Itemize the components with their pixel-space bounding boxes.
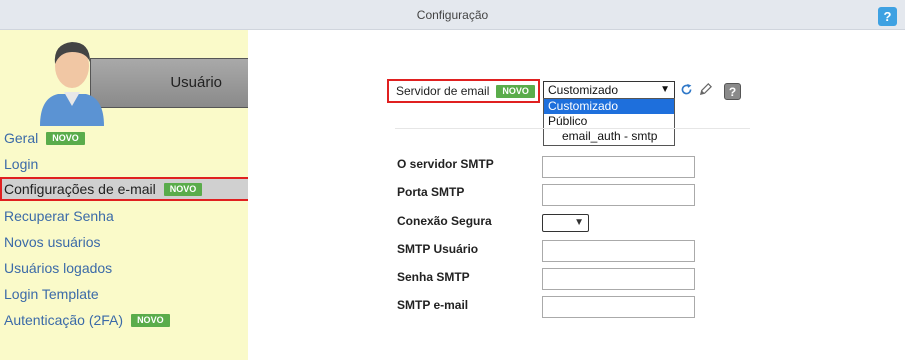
- email-server-dropdown: Customizado Público email_auth - smtp: [543, 98, 675, 146]
- sidebar-item-label: Geral: [4, 130, 39, 146]
- smtp-server-label: O servidor SMTP: [397, 157, 494, 171]
- sidebar-item-new-users[interactable]: Novos usuários: [4, 234, 101, 250]
- secure-connection-label: Conexão Segura: [397, 214, 492, 228]
- sidebar: Usuário Geral NOVO Login Configurações d…: [0, 30, 268, 360]
- smtp-user-label: SMTP Usuário: [397, 242, 479, 256]
- dropdown-option-email-auth-smtp[interactable]: email_auth - smtp: [544, 129, 674, 144]
- sidebar-item-login-template[interactable]: Login Template: [4, 286, 99, 302]
- smtp-user-input[interactable]: [542, 240, 695, 262]
- sidebar-item-label: Login Template: [4, 286, 99, 302]
- sidebar-item-label: Configurações de e-mail: [4, 181, 156, 197]
- smtp-port-label: Porta SMTP: [397, 185, 465, 199]
- sidebar-item-label: Usuários logados: [4, 260, 113, 276]
- email-server-selected-value: Customizado: [548, 83, 619, 97]
- user-avatar-icon: [40, 42, 104, 126]
- refresh-icon[interactable]: [680, 83, 693, 96]
- secure-connection-select[interactable]: ▼: [542, 214, 589, 232]
- smtp-password-label: Senha SMTP: [397, 270, 470, 284]
- email-server-select[interactable]: Customizado ▼: [543, 81, 675, 99]
- smtp-server-input[interactable]: [542, 156, 695, 178]
- new-badge: NOVO: [163, 182, 203, 196]
- user-label: Usuário: [90, 58, 268, 108]
- new-badge: NOVO: [496, 84, 535, 98]
- sidebar-item-label: Novos usuários: [4, 234, 101, 250]
- sidebar-item-recover-password[interactable]: Recuperar Senha: [4, 208, 114, 224]
- divider: [395, 128, 750, 129]
- sidebar-item-2fa[interactable]: Autenticação (2FA) NOVO: [4, 312, 170, 328]
- sidebar-item-geral[interactable]: Geral NOVO: [4, 130, 85, 146]
- sidebar-item-logged-users[interactable]: Usuários logados: [4, 260, 112, 276]
- smtp-email-input[interactable]: [542, 296, 695, 318]
- sidebar-item-label: Login: [4, 156, 39, 172]
- email-server-label: Servidor de email: [396, 84, 490, 98]
- smtp-email-label: SMTP e-mail: [397, 298, 469, 312]
- chevron-down-icon: ▼: [574, 217, 584, 228]
- sidebar-item-login[interactable]: Login: [4, 156, 38, 172]
- sidebar-item-label: Recuperar Senha: [4, 208, 114, 224]
- sidebar-item-label: Autenticação (2FA): [4, 312, 124, 328]
- new-badge: NOVO: [46, 131, 85, 145]
- smtp-port-input[interactable]: [542, 184, 695, 206]
- new-badge: NOVO: [131, 313, 170, 327]
- smtp-password-input[interactable]: [542, 268, 695, 290]
- dropdown-option-customizado[interactable]: Customizado: [544, 99, 674, 114]
- dropdown-group-publico: Público: [548, 114, 588, 128]
- title-bar: Configuração ?: [0, 0, 905, 30]
- page-title: Configuração: [416, 8, 489, 22]
- sidebar-item-email-settings[interactable]: Configurações de e-mail NOVO: [0, 177, 251, 201]
- email-server-help-button[interactable]: ?: [724, 83, 741, 100]
- user-card: Usuário: [38, 34, 268, 130]
- help-button[interactable]: ?: [878, 7, 897, 26]
- pencil-icon[interactable]: [698, 82, 713, 97]
- email-server-label-box: Servidor de email NOVO: [387, 79, 540, 103]
- chevron-down-icon: ▼: [660, 84, 670, 95]
